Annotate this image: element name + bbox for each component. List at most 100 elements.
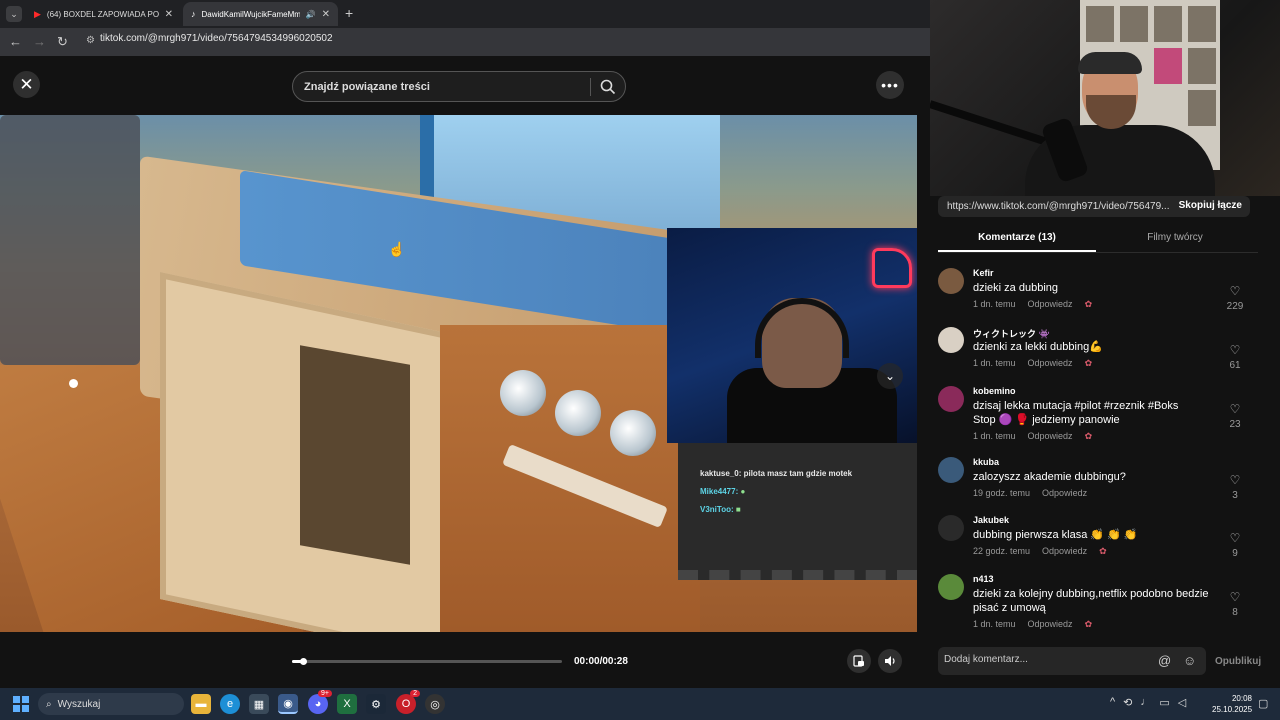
heart-icon[interactable]: ♡ <box>1230 590 1241 604</box>
share-link[interactable]: https://www.tiktok.com/@mrgh971/video/75… <box>947 201 1177 212</box>
sync-icon[interactable]: ⟲ <box>1123 696 1132 709</box>
reply-button[interactable]: Odpowiedz <box>1028 619 1073 629</box>
heart-icon[interactable]: ♡ <box>1230 284 1241 298</box>
tab-search-button[interactable]: ⌄ <box>6 6 22 22</box>
comment-item: kobemino dzisaj lekka mutacja #pilot #rz… <box>938 386 1258 446</box>
related-search[interactable] <box>292 71 626 102</box>
mention-icon[interactable]: @ <box>1158 653 1171 668</box>
store-icon[interactable]: ▦ <box>249 694 269 714</box>
tab-comments[interactable]: Komentarze (13) <box>938 232 1096 243</box>
comment-meta: 22 godz. temu Odpowiedz ✿ <box>973 546 1107 557</box>
reload-icon[interactable]: ↻ <box>57 34 68 50</box>
url-text[interactable]: tiktok.com/@mrgh971/video/75647945349960… <box>100 33 333 44</box>
volume-button[interactable] <box>878 649 902 673</box>
reply-button[interactable]: Odpowiedz <box>1028 431 1073 441</box>
close-tab-icon[interactable]: ✕ <box>165 9 173 20</box>
comment-meta: 19 godz. temu Odpowiedz <box>973 488 1087 498</box>
heart-icon[interactable]: ♡ <box>1230 531 1241 545</box>
microphone-icon[interactable]: ♩ <box>1140 696 1151 709</box>
comment-username[interactable]: Jakubek <box>973 515 1009 525</box>
pip-icon <box>853 655 864 667</box>
forward-icon[interactable]: → <box>33 34 46 49</box>
heart-icon[interactable]: ♡ <box>1230 402 1241 416</box>
new-tab-button[interactable]: + <box>345 5 353 21</box>
opera-icon[interactable]: O2 <box>396 690 420 714</box>
discord-icon[interactable]: ◕ 9+ <box>308 690 332 714</box>
stove-knob <box>555 390 601 436</box>
pip-button[interactable] <box>847 649 871 673</box>
chrome-icon[interactable]: ◉ <box>278 694 298 714</box>
like-button[interactable]: ♡ 23 <box>1220 400 1250 430</box>
like-button[interactable]: ♡ 61 <box>1220 341 1250 371</box>
progress-thumb[interactable] <box>299 658 307 665</box>
chat-line: V3niToo: ■ <box>700 505 741 514</box>
more-options-button[interactable]: ••• <box>876 71 904 99</box>
edge-icon[interactable]: e <box>220 694 240 714</box>
heart-icon[interactable]: ♡ <box>1230 343 1241 357</box>
search-divider <box>590 78 591 96</box>
reaction-icon[interactable]: ✿ <box>1085 358 1093 368</box>
reply-button[interactable]: Odpowiedz <box>1042 546 1087 556</box>
like-button[interactable]: ♡ 3 <box>1220 471 1250 501</box>
like-button[interactable]: ♡ 229 <box>1220 282 1250 312</box>
scene-light-dot <box>69 379 78 388</box>
browser-tab-youtube[interactable]: ▶ (64) BOXDEL ZAPOWIADA POZ ✕ <box>26 2 181 26</box>
shelf-cell <box>1188 48 1216 84</box>
reaction-icon[interactable]: ✿ <box>1085 299 1093 309</box>
comment-username[interactable]: kobemino <box>973 386 1016 396</box>
reaction-icon[interactable]: ✿ <box>1085 431 1093 441</box>
scene-chair <box>0 115 140 365</box>
comment-username[interactable]: n413 <box>973 574 994 584</box>
start-button[interactable] <box>13 696 29 712</box>
search-input[interactable] <box>304 80 584 93</box>
tab-creator-videos[interactable]: Filmy twórcy <box>1096 232 1254 243</box>
clock[interactable]: 20:08 25.10.2025 <box>1212 693 1252 715</box>
reply-button[interactable]: Odpowiedz <box>1028 299 1073 309</box>
obs-icon[interactable]: ◎ <box>425 694 445 714</box>
audio-icon[interactable]: 🔊 <box>306 10 316 19</box>
discord-badge: 9+ <box>318 690 332 697</box>
avatar[interactable] <box>938 327 964 353</box>
reply-button[interactable]: Odpowiedz <box>1028 358 1073 368</box>
chevron-up-icon[interactable]: ^ <box>1110 696 1115 709</box>
steam-icon[interactable]: ⚙ <box>366 694 386 714</box>
avatar[interactable] <box>938 386 964 412</box>
avatar[interactable] <box>938 268 964 294</box>
copy-link-button[interactable]: Skopiuj łącze <box>1179 200 1242 211</box>
comment-text: dzieki za dubbing <box>973 282 1059 294</box>
next-video-button[interactable]: ⌄ <box>877 363 903 389</box>
heart-icon[interactable]: ♡ <box>1230 473 1241 487</box>
network-icon[interactable]: ▭ <box>1159 696 1169 709</box>
comment-username[interactable]: kkuba <box>973 457 999 467</box>
publish-button[interactable]: Opublikuj <box>1215 656 1261 667</box>
avatar[interactable] <box>938 457 964 483</box>
progress-bar[interactable] <box>292 658 562 665</box>
browser-tab-tiktok[interactable]: ♪ DawidKamilWujcikFameMma 🔊 ✕ <box>183 2 338 26</box>
file-explorer-icon[interactable]: ▬ <box>191 694 211 714</box>
reply-button[interactable]: Odpowiedz <box>1042 488 1087 498</box>
close-video-button[interactable]: ✕ <box>13 71 40 98</box>
back-icon[interactable]: ← <box>9 34 22 49</box>
playback-time: 00:00/00:28 <box>574 656 628 667</box>
like-count: 8 <box>1232 607 1238 618</box>
site-info-icon[interactable]: ⚙ <box>86 35 95 46</box>
like-button[interactable]: ♡ 8 <box>1220 588 1250 618</box>
comment-meta: 1 dn. temu Odpowiedz ✿ <box>973 358 1092 369</box>
search-icon[interactable] <box>599 78 617 96</box>
search-icon: ⌕ <box>46 698 52 710</box>
emoji-icon[interactable]: ☺ <box>1183 653 1196 668</box>
comment-input[interactable] <box>944 654 1144 665</box>
reaction-icon[interactable]: ✿ <box>1099 546 1107 556</box>
taskbar-search[interactable]: ⌕ Wyszukaj <box>38 693 184 715</box>
avatar[interactable] <box>938 574 964 600</box>
excel-icon[interactable]: X <box>337 694 357 714</box>
comment-username[interactable]: Kefir <box>973 268 994 278</box>
like-button[interactable]: ♡ 9 <box>1220 529 1250 559</box>
notification-icon[interactable]: ▢ <box>1258 697 1268 710</box>
close-tab-icon[interactable]: ✕ <box>322 9 330 20</box>
comment-username[interactable]: ウィクトレック 👾 <box>973 327 1050 340</box>
comment-text: dzisaj lekka mutacja #pilot #rzeznik #Bo… <box>973 400 1179 426</box>
avatar[interactable] <box>938 515 964 541</box>
speaker-icon[interactable]: ◁ <box>1178 696 1186 709</box>
reaction-icon[interactable]: ✿ <box>1085 619 1093 629</box>
